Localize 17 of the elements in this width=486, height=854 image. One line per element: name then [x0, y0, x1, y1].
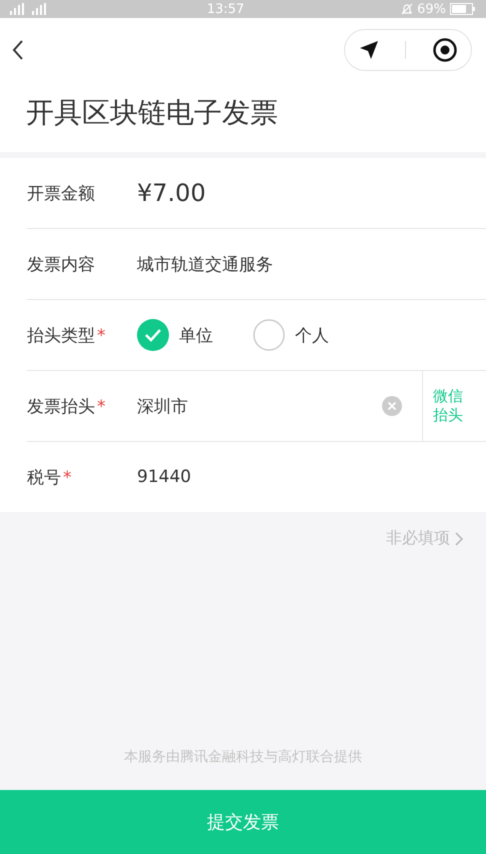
input-field[interactable]: 91440: [137, 467, 458, 487]
amount-value: ¥7.00: [137, 179, 206, 207]
radio-option[interactable]: 个人: [253, 319, 329, 351]
field-label: 抬头类型*: [27, 324, 106, 346]
battery-icon: [450, 3, 476, 15]
field-value: 城市轨道交通服务: [137, 254, 273, 274]
field-label: 发票抬头*: [27, 396, 106, 418]
chevron-right-icon: [454, 530, 464, 546]
navigation-arrow-icon[interactable]: [358, 39, 380, 61]
bell-off-icon: [401, 3, 414, 15]
field-label: 开票金额: [27, 182, 96, 204]
field-label: 税号*: [27, 466, 72, 488]
field-label: 发票内容: [27, 254, 96, 276]
radio-option[interactable]: 单位: [137, 319, 213, 351]
record-icon[interactable]: [432, 37, 458, 63]
page-title: 开具区块链电子发票: [26, 95, 279, 131]
input-field[interactable]: 深圳市: [137, 394, 382, 418]
